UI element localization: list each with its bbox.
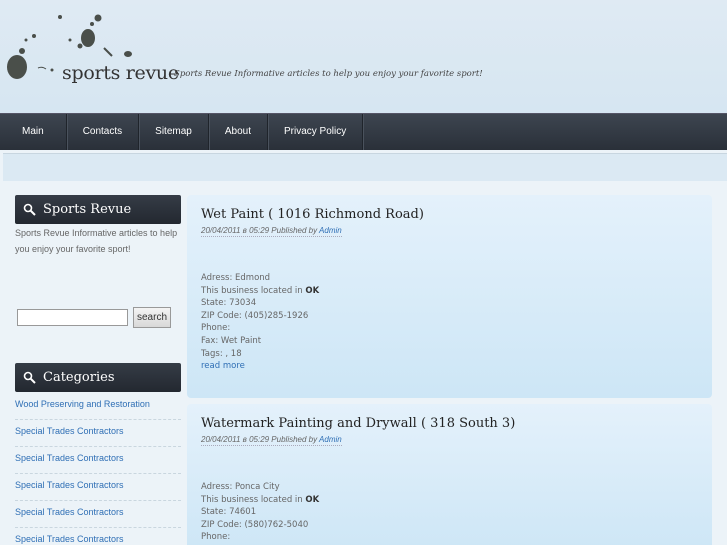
search-form: search: [17, 307, 171, 328]
post-location-state: OK: [305, 494, 320, 505]
post-address: Adress: Ponca City: [201, 482, 280, 492]
post-body: Adress: Edmond This business located in …: [201, 272, 319, 373]
post-card: Wet Paint ( 1016 Richmond Road) 20/04/20…: [187, 195, 712, 398]
nav-item-sitemap[interactable]: Sitemap: [139, 114, 209, 150]
post-date: 20/04/2011 в 05:29 Published by: [201, 435, 320, 444]
category-link[interactable]: Special Trades Contractors: [15, 528, 181, 545]
post-meta: 20/04/2011 в 05:29 Published by Admin: [201, 435, 342, 446]
post-location: This business located in OK: [201, 285, 320, 296]
categories-widget-title: Categories: [15, 363, 181, 392]
post-author-link[interactable]: Admin: [319, 226, 342, 235]
post-address: Adress: Edmond: [201, 273, 271, 283]
about-description: Sports Revue Informative articles to hel…: [15, 228, 178, 254]
about-widget-heading: Sports Revue: [43, 202, 132, 217]
site-header: sports revue Sports Revue Informative ar…: [0, 0, 727, 113]
category-link[interactable]: Wood Preserving and Restoration: [15, 393, 181, 420]
post-phone: Phone:: [201, 532, 231, 543]
nav-item-privacy-policy[interactable]: Privacy Policy: [268, 114, 364, 150]
search-button[interactable]: search: [133, 307, 171, 328]
category-link[interactable]: Special Trades Contractors: [15, 501, 181, 528]
main-nav: Main Contacts Sitemap About Privacy Poli…: [0, 113, 727, 150]
category-list: Wood Preserving and Restoration Special …: [15, 393, 181, 545]
post-state: State: 73034: [201, 298, 257, 309]
nav-item-about[interactable]: About: [209, 114, 268, 150]
post-location-state: OK: [305, 285, 320, 296]
post-state: State: 74601: [201, 507, 257, 518]
post-location: This business located in OK: [201, 494, 320, 505]
nav-item-main[interactable]: Main: [0, 114, 67, 150]
site-tagline: Sports Revue Informative articles to hel…: [174, 69, 483, 79]
categories-widget: Categories Wood Preserving and Restorati…: [15, 363, 181, 545]
post-title[interactable]: Wet Paint ( 1016 Richmond Road): [201, 207, 424, 222]
post-card: Watermark Painting and Drywall ( 318 Sou…: [187, 404, 712, 545]
sidebar: Sports Revue Sports Revue Informative ar…: [15, 195, 181, 544]
nav-item-contacts[interactable]: Contacts: [67, 114, 140, 150]
magnifier-icon: [23, 371, 36, 384]
category-link[interactable]: Special Trades Contractors: [15, 447, 181, 474]
category-link[interactable]: Special Trades Contractors: [15, 474, 181, 501]
post-body: Adress: Ponca City This business located…: [201, 481, 319, 544]
post-title[interactable]: Watermark Painting and Drywall ( 318 Sou…: [201, 416, 515, 431]
post-author-link[interactable]: Admin: [319, 435, 342, 444]
categories-heading: Categories: [43, 370, 115, 385]
sub-bar: [3, 153, 727, 181]
post-fax: Fax: Wet Paint: [201, 335, 262, 346]
post-meta: 20/04/2011 в 05:29 Published by Admin: [201, 226, 342, 237]
about-widget-title: Sports Revue: [15, 195, 181, 224]
search-input[interactable]: [17, 309, 128, 326]
read-more-link[interactable]: read more: [201, 360, 319, 373]
post-tags: Tags: , 18: [201, 348, 242, 359]
post-phone: Phone:: [201, 323, 231, 334]
post-zip: ZIP Code: (580)762-5040: [201, 519, 309, 530]
post-date: 20/04/2011 в 05:29 Published by: [201, 226, 320, 235]
magnifier-icon: [23, 203, 36, 216]
site-name[interactable]: sports revue: [62, 62, 179, 84]
category-link[interactable]: Special Trades Contractors: [15, 420, 181, 447]
post-zip: ZIP Code: (405)285-1926: [201, 310, 309, 321]
